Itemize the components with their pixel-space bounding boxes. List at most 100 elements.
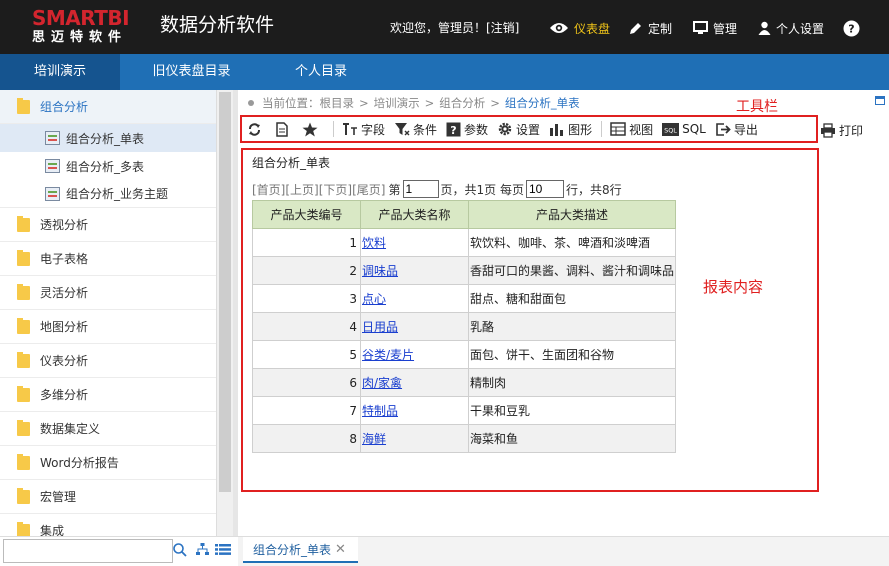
fields-button[interactable]: 字段 xyxy=(342,118,385,140)
page-number-input[interactable] xyxy=(402,180,439,198)
tab-old-dashboard-directory[interactable]: 旧仪表盘目录 xyxy=(120,54,263,90)
sidebar-item-label: 宏管理 xyxy=(40,490,77,504)
search-icon[interactable] xyxy=(172,542,188,558)
sidebar-item-combo-analysis[interactable]: 组合分析 xyxy=(0,90,216,124)
category-link[interactable]: 点心 xyxy=(362,292,386,306)
document-tab-single-table[interactable]: 组合分析_单表 ✕ xyxy=(243,537,358,563)
category-link[interactable]: 特制品 xyxy=(362,404,398,418)
tab-training-demo[interactable]: 培训演示 xyxy=(0,54,120,90)
breadcrumb-training[interactable]: 培训演示 xyxy=(374,95,420,111)
sidebar-item-gauge-analysis[interactable]: 仪表分析 xyxy=(0,344,216,378)
conditions-button[interactable]: 条件 xyxy=(394,118,437,140)
export-label: 导出 xyxy=(733,122,758,137)
cell-description: 干果和豆乳 xyxy=(468,396,676,425)
folder-icon xyxy=(17,249,30,266)
sidebar-scrollbar-thumb[interactable] xyxy=(219,92,231,492)
fields-label: 字段 xyxy=(361,122,386,137)
view-label: 视图 xyxy=(629,122,654,137)
welcome-text[interactable]: 欢迎您，管理员！[注销] xyxy=(390,20,519,36)
breadcrumb-root[interactable]: 根目录 xyxy=(320,95,355,111)
category-link[interactable]: 肉/家禽 xyxy=(362,376,402,390)
breadcrumb-separator: > xyxy=(359,96,369,110)
help-icon: ? xyxy=(843,20,860,36)
column-header-name[interactable]: 产品大类名称 xyxy=(360,200,469,229)
minimize-icon[interactable] xyxy=(875,96,885,105)
export-button[interactable]: 导出 xyxy=(715,118,758,140)
category-link[interactable]: 调味品 xyxy=(362,264,398,278)
cell-description: 软饮料、咖啡、茶、啤酒和淡啤酒 xyxy=(468,228,676,257)
table-row: 6 肉/家禽 精制肉 xyxy=(252,368,676,397)
settings-button[interactable]: 设置 xyxy=(497,118,540,140)
sidebar-item-spreadsheet[interactable]: 电子表格 xyxy=(0,242,216,276)
nav-dashboard[interactable]: 仪表盘 xyxy=(549,17,610,39)
settings-label: 设置 xyxy=(516,122,541,137)
parameters-button[interactable]: ? 参数 xyxy=(446,118,488,140)
category-link[interactable]: 海鲜 xyxy=(362,432,386,446)
favorite-button[interactable] xyxy=(302,118,321,140)
pagination-bar: [首页] [上页] [下页] [尾页] 第 页，共1页 每页 行，共8行 xyxy=(252,180,622,198)
save-button[interactable] xyxy=(275,118,292,140)
sidebar-item-macro-management[interactable]: 宏管理 xyxy=(0,480,216,514)
column-header-description[interactable]: 产品大类描述 xyxy=(468,200,676,229)
sidebar-item-label: 灵活分析 xyxy=(40,286,89,300)
next-page-link[interactable]: [下页] xyxy=(319,181,352,198)
chart-button[interactable]: 图形 xyxy=(549,118,592,140)
sidebar-item-integration[interactable]: 集成 xyxy=(0,514,216,536)
sql-button[interactable]: SQL SQL xyxy=(662,118,706,140)
cell-name: 肉/家禽 xyxy=(360,368,469,397)
category-link[interactable]: 日用品 xyxy=(362,320,398,334)
cell-description: 精制肉 xyxy=(468,368,676,397)
top-tab-bar: 培训演示 旧仪表盘目录 个人目录 xyxy=(0,54,889,90)
svg-text:?: ? xyxy=(848,22,854,35)
category-link[interactable]: 饮料 xyxy=(362,236,386,250)
sidebar-item-flexible-analysis[interactable]: 灵活分析 xyxy=(0,276,216,310)
cell-code: 2 xyxy=(252,256,361,285)
logo-text: SMARTBI xyxy=(32,6,130,30)
sidebar-item-label: 数据集定义 xyxy=(40,422,101,436)
view-button[interactable]: 视图 xyxy=(610,118,653,140)
tree-view-icon[interactable] xyxy=(195,542,210,557)
gear-icon xyxy=(498,122,512,136)
sidebar-item-map-analysis[interactable]: 地图分析 xyxy=(0,310,216,344)
table-row: 1 饮料 软饮料、咖啡、茶、啤酒和淡啤酒 xyxy=(252,228,676,257)
nav-manage[interactable]: 管理 xyxy=(693,17,737,39)
cell-description: 海菜和鱼 xyxy=(468,424,676,453)
last-page-link[interactable]: [尾页] xyxy=(352,181,385,198)
close-icon[interactable]: ✕ xyxy=(335,542,346,557)
nav-custom[interactable]: 定制 xyxy=(628,17,672,39)
sidebar-search-input[interactable] xyxy=(3,539,173,563)
document-icon xyxy=(276,121,288,137)
table-row: 7 特制品 干果和豆乳 xyxy=(252,396,676,425)
refresh-button[interactable] xyxy=(247,118,265,140)
sidebar-item-dataset-definition[interactable]: 数据集定义 xyxy=(0,412,216,446)
report-icon xyxy=(45,159,60,173)
tab-personal-directory[interactable]: 个人目录 xyxy=(263,54,379,90)
print-button[interactable]: 打印 xyxy=(820,120,863,140)
sidebar-item-word-report[interactable]: Word分析报告 xyxy=(0,446,216,480)
sidebar-subitem-business-theme[interactable]: 组合分析_业务主题 xyxy=(0,180,216,208)
sidebar-item-olap-analysis[interactable]: 多维分析 xyxy=(0,378,216,412)
sidebar-subitem-multi-table[interactable]: 组合分析_多表 xyxy=(0,152,216,180)
folder-icon xyxy=(17,351,30,368)
breadcrumb-combo[interactable]: 组合分析 xyxy=(439,95,485,111)
sidebar-scrollbar[interactable] xyxy=(216,90,233,536)
prev-page-link[interactable]: [上页] xyxy=(285,181,318,198)
breadcrumb-separator: > xyxy=(490,96,500,110)
content-area: 当前位置： 根目录 > 培训演示 > 组合分析 > 组合分析_单表 工具栏 字段… xyxy=(238,90,889,536)
sidebar-item-label: 地图分析 xyxy=(40,320,89,334)
svg-text:SQL: SQL xyxy=(664,126,677,134)
nav-personal-settings[interactable]: 个人设置 xyxy=(758,17,824,39)
list-view-icon[interactable] xyxy=(215,543,231,556)
sidebar-item-pivot-analysis[interactable]: 透视分析 xyxy=(0,208,216,242)
folder-icon xyxy=(17,453,30,470)
sidebar-subitem-single-table[interactable]: 组合分析_单表 xyxy=(0,124,216,152)
rows-per-page-input[interactable] xyxy=(525,180,564,198)
content-side-strip xyxy=(873,90,889,536)
category-link[interactable]: 谷类/麦片 xyxy=(362,348,414,362)
sidebar-item-label: 组合分析 xyxy=(40,100,89,114)
help-button[interactable]: ? xyxy=(843,17,865,39)
sidebar-subitem-label: 组合分析_业务主题 xyxy=(66,187,169,201)
first-page-link[interactable]: [首页] xyxy=(252,181,285,198)
breadcrumb: 当前位置： 根目录 > 培训演示 > 组合分析 > 组合分析_单表 xyxy=(248,95,580,111)
column-header-code[interactable]: 产品大类编号 xyxy=(252,200,361,229)
